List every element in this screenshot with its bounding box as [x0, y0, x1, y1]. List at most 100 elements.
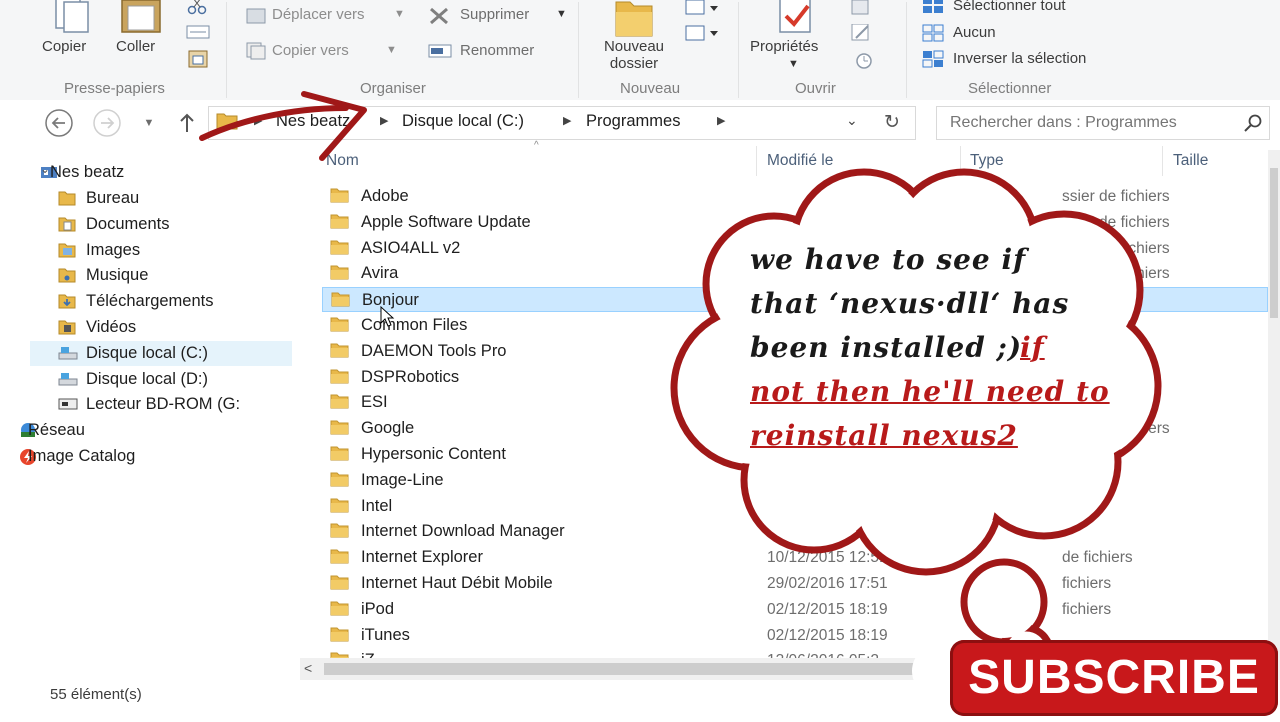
copy-to-dropdown-icon[interactable]: ▼ — [386, 44, 397, 56]
nav-item[interactable]: Téléchargements — [30, 289, 292, 314]
file-name: iTunes — [361, 625, 410, 644]
folder-icon — [330, 265, 349, 280]
refresh-icon[interactable]: ↻ — [884, 111, 900, 134]
nav-item[interactable]: Disque local (D:) — [30, 367, 292, 392]
search-input[interactable] — [950, 112, 1230, 134]
file-name: Adobe — [361, 187, 409, 205]
group-label-clipboard: Presse-papiers — [64, 80, 165, 97]
folder-icon — [330, 498, 349, 513]
select-none-icon — [922, 24, 944, 42]
forward-arrow-icon — [93, 109, 121, 137]
edit-icon[interactable] — [850, 23, 874, 42]
nav-item-label: Vidéos — [86, 318, 137, 336]
folder-icon — [330, 472, 349, 487]
back-arrow-icon — [45, 109, 73, 137]
properties-dropdown-icon[interactable]: ▼ — [788, 58, 799, 70]
nav-item[interactable]: Documents — [30, 212, 292, 237]
delete-button[interactable]: Supprimer — [460, 6, 529, 23]
annotation-highlight: if — [1020, 331, 1045, 364]
nav-item[interactable]: Musique — [30, 263, 292, 288]
file-name: Internet Explorer — [361, 548, 483, 567]
ribbon-divider — [738, 2, 739, 98]
nav-item-label: Réseau — [28, 421, 85, 439]
easy-access-icon[interactable] — [684, 24, 720, 42]
ribbon-divider — [226, 2, 227, 98]
cut-icon[interactable] — [186, 0, 208, 16]
new-item-icon[interactable] — [684, 0, 720, 16]
folder-icon — [330, 214, 349, 229]
recent-locations-dropdown-icon[interactable]: ▼ — [134, 108, 164, 138]
vertical-scrollbar-thumb[interactable] — [1270, 168, 1278, 318]
column-header-size[interactable]: Taille — [1173, 152, 1208, 170]
subscribe-button[interactable]: SUBSCRIBE — [950, 640, 1278, 716]
folder-icon — [330, 549, 349, 564]
copy-to-icon — [246, 42, 266, 60]
history-icon[interactable] — [850, 52, 876, 70]
expand-chevron-icon[interactable]: ⌄ — [40, 162, 50, 176]
invert-selection-icon — [922, 50, 944, 68]
nav-item[interactable]: Images — [30, 238, 292, 263]
file-name: DAEMON Tools Pro — [361, 341, 507, 360]
downloads-icon — [58, 293, 76, 309]
nav-item[interactable]: Lecteur BD-ROM (G: — [30, 392, 292, 417]
new-folder-button[interactable]: Nouveau dossier — [594, 38, 674, 72]
move-to-dropdown-icon[interactable]: ▼ — [394, 8, 405, 20]
folder-icon — [330, 317, 349, 332]
ribbon-divider — [578, 2, 579, 98]
delete-dropdown-icon[interactable]: ▼ — [556, 8, 567, 20]
music-icon — [58, 267, 76, 283]
copy-button[interactable]: Copier — [42, 38, 86, 55]
copy-to-button[interactable]: Copier vers — [272, 42, 349, 59]
file-name: Intel — [361, 496, 393, 515]
folder-icon — [330, 188, 349, 203]
nav-item-label: Image Catalog — [28, 447, 136, 465]
nav-item[interactable]: Vidéos — [30, 315, 292, 340]
delete-icon — [428, 6, 450, 26]
paste-button[interactable]: Coller — [116, 38, 155, 55]
move-to-icon — [246, 8, 266, 24]
bd-rom-icon — [58, 396, 78, 412]
copy-path-icon[interactable] — [186, 24, 210, 40]
back-button[interactable] — [44, 108, 74, 138]
group-label-new: Nouveau — [620, 80, 681, 97]
breadcrumb-item[interactable]: Programmes — [586, 112, 680, 131]
paste-shortcut-icon[interactable] — [188, 50, 208, 68]
nav-item[interactable]: Disque local (C:) — [30, 341, 292, 366]
drive-icon — [58, 371, 78, 387]
search-icon[interactable] — [1243, 114, 1263, 134]
file-name: iZ... — [361, 651, 389, 658]
folder-icon — [331, 292, 350, 307]
folder-icon — [330, 343, 349, 358]
breadcrumb-item[interactable]: Disque local (C:) — [402, 112, 524, 131]
annotation-line: been installed ;) — [750, 331, 1023, 364]
folder-icon — [330, 369, 349, 384]
select-none-button[interactable]: Aucun — [953, 24, 996, 41]
nav-item-label: Images — [86, 241, 141, 259]
nav-item[interactable]: Bureau — [30, 186, 292, 211]
rename-button[interactable]: Renommer — [460, 42, 534, 59]
annotation-arrow-icon — [199, 91, 367, 161]
open-icon[interactable] — [850, 0, 874, 16]
folder-icon — [330, 601, 349, 616]
annotation-line: we have to see if — [750, 243, 1027, 276]
nav-item-label: Disque local (C:) — [86, 344, 208, 362]
file-name: Apple Software Update — [361, 212, 531, 231]
folder-icon — [330, 575, 349, 590]
ribbon: Copier Coller Presse-papiers Déplacer ve… — [0, 0, 1280, 101]
forward-button[interactable] — [92, 108, 122, 138]
select-all-button[interactable]: Sélectionner tout — [953, 0, 1066, 14]
invert-selection-button[interactable]: Inverser la sélection — [953, 50, 1086, 67]
annotation-line: that ‘nexus·dll‘ has — [750, 287, 1070, 320]
scroll-left-icon[interactable]: < — [304, 660, 312, 676]
nav-item[interactable]: Image Catalog — [20, 444, 292, 469]
mouse-cursor-icon — [380, 305, 396, 328]
select-all-icon — [922, 0, 944, 14]
properties-button[interactable]: Propriétés — [750, 38, 818, 55]
annotation-highlight: reinstall nexus2 — [750, 419, 1018, 452]
images-icon — [58, 242, 76, 258]
move-to-button[interactable]: Déplacer vers — [272, 6, 365, 23]
address-history-dropdown-icon[interactable]: ⌄ — [846, 112, 858, 129]
nav-item[interactable]: Réseau — [21, 418, 292, 443]
file-name: ASIO4ALL v2 — [361, 238, 461, 257]
file-name: ESI — [361, 393, 388, 412]
